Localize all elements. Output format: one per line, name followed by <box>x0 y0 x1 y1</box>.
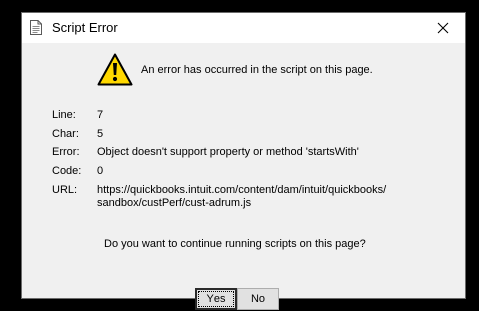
char-value: 5 <box>97 128 104 140</box>
no-label-rest: o <box>258 293 266 305</box>
url-line-2: sandbox/custPerf/cust-adrum.js <box>97 197 252 209</box>
yes-label-rest: es <box>213 293 226 305</box>
code-value: 0 <box>97 165 104 177</box>
no-button[interactable]: No <box>237 288 279 310</box>
error-message: An error has occurred in the script on t… <box>141 64 373 76</box>
yes-mnemonic: Y <box>206 293 214 305</box>
line-label: Line: <box>52 109 76 121</box>
url-value: https://quickbooks.intuit.com/content/da… <box>97 184 386 210</box>
url-label: URL: <box>52 184 78 196</box>
document-icon <box>30 20 42 35</box>
warning-icon <box>97 53 133 86</box>
close-icon <box>437 22 449 34</box>
url-line-1: https://quickbooks.intuit.com/content/da… <box>97 184 387 196</box>
error-value: Object doesn't support property or metho… <box>97 146 359 158</box>
yes-button[interactable]: Yes <box>195 288 237 310</box>
window-title: Script Error <box>52 20 118 35</box>
dialog-body: An error has occurred in the script on t… <box>22 43 465 310</box>
code-label: Code: <box>52 165 82 177</box>
char-label: Char: <box>52 128 79 140</box>
title-bar[interactable]: Script Error <box>22 13 465 43</box>
line-value: 7 <box>97 109 104 121</box>
close-button[interactable] <box>421 13 465 43</box>
continue-question: Do you want to continue running scripts … <box>104 238 366 250</box>
no-mnemonic: N <box>250 293 259 305</box>
script-error-dialog: Script Error An error has occurred in th… <box>21 12 466 310</box>
error-label: Error: <box>52 146 80 158</box>
